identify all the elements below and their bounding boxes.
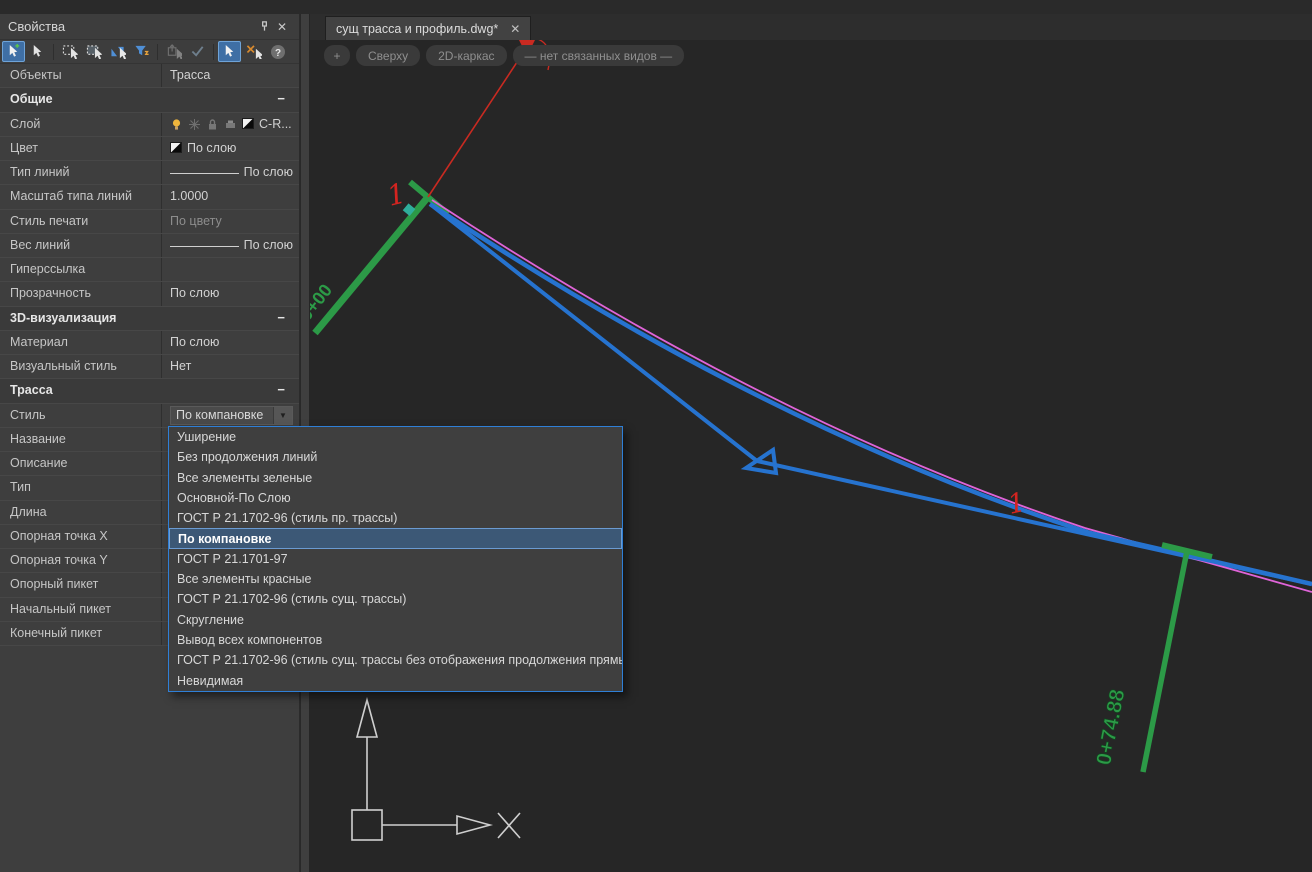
dropdown-item-selected[interactable]: По компановке xyxy=(169,528,622,548)
toolbar-separator xyxy=(213,44,214,60)
station-leader-line[interactable] xyxy=(1143,551,1187,772)
section-alignment[interactable]: Трасса − xyxy=(0,379,299,403)
invert-selection-button[interactable] xyxy=(106,41,129,62)
viewport-view-button[interactable]: Сверху xyxy=(356,45,420,66)
dropdown-item[interactable]: Невидимая xyxy=(169,671,622,691)
dropdown-item[interactable]: Все элементы красные xyxy=(169,569,622,589)
property-row-hyperlink[interactable]: Гиперссылка xyxy=(0,258,299,282)
property-row-ltscale[interactable]: Масштаб типа линий 1.0000 xyxy=(0,185,299,209)
station-label-start: 0+00 xyxy=(310,280,336,324)
dropdown-item[interactable]: Вывод всех компонентов xyxy=(169,630,622,650)
dropdown-item[interactable]: ГОСТ Р 21.1701-97 xyxy=(169,549,622,569)
export-selection-button xyxy=(162,41,185,62)
collapse-icon[interactable]: − xyxy=(277,310,285,325)
svg-text:?: ? xyxy=(274,48,280,59)
layer-plot-icon[interactable] xyxy=(224,118,237,131)
section-3d-visualization[interactable]: 3D-визуализация − xyxy=(0,307,299,331)
property-row-visual-style[interactable]: Визуальный стиль Нет xyxy=(0,355,299,379)
dropdown-item[interactable]: Без продолжения линий xyxy=(169,447,622,467)
dropdown-item[interactable]: ГОСТ Р 21.1702-96 (стиль сущ. трассы) xyxy=(169,589,622,609)
help-button[interactable]: ? xyxy=(266,41,289,62)
layer-name[interactable]: C-R... xyxy=(259,117,292,131)
style-combobox[interactable]: По компановке ▼ xyxy=(170,406,293,425)
lineweight-sample xyxy=(170,246,239,247)
property-row-transparency[interactable]: Прозрачность По слою xyxy=(0,282,299,306)
properties-panel-titlebar: Свойства ✕ xyxy=(0,14,299,40)
property-row-lineweight[interactable]: Вес линий По слою xyxy=(0,234,299,258)
property-value: Трасса xyxy=(170,68,210,82)
property-row-objects[interactable]: Объекты Трасса xyxy=(0,64,299,88)
clear-selection-button[interactable] xyxy=(242,41,265,62)
curve-number-label-top: 1 xyxy=(384,176,409,212)
station-label-end: 0+74.88 xyxy=(1092,687,1129,767)
combobox-arrow-icon[interactable]: ▼ xyxy=(273,407,292,424)
select-add-button[interactable] xyxy=(2,41,25,62)
collapse-icon[interactable]: − xyxy=(277,382,285,397)
tangent-extension-red-line[interactable] xyxy=(428,47,527,197)
viewport-linked-views-button[interactable]: — нет связанных видов — xyxy=(513,45,685,66)
dropdown-item[interactable]: Уширение xyxy=(169,427,622,447)
pin-icon[interactable] xyxy=(255,18,273,36)
crossing-select-button[interactable] xyxy=(82,41,105,62)
window-top-strip xyxy=(0,0,1312,14)
document-tab-title: сущ трасса и профиль.dwg* xyxy=(336,22,498,36)
alignment-green-segment[interactable] xyxy=(315,197,428,333)
application-window: Свойства ✕ xyxy=(0,0,1312,872)
properties-panel-title: Свойства xyxy=(8,19,65,34)
dropdown-item[interactable]: Основной-По Слою xyxy=(169,488,622,508)
tab-close-icon[interactable]: ✕ xyxy=(510,22,520,36)
pointer-button[interactable] xyxy=(218,41,241,62)
toolbar-separator xyxy=(157,44,158,60)
property-row-material[interactable]: Материал По слою xyxy=(0,331,299,355)
select-button[interactable] xyxy=(26,41,49,62)
property-row-style[interactable]: Стиль По компановке ▼ xyxy=(0,404,299,428)
selection-toolbar: ? xyxy=(0,40,299,64)
style-dropdown-list: Уширение Без продолжения линий Все элеме… xyxy=(168,426,623,692)
dropdown-item[interactable]: ГОСТ Р 21.1702-96 (стиль пр. трассы) xyxy=(169,508,622,528)
color-swatch[interactable] xyxy=(170,142,182,153)
layer-color-swatch[interactable] xyxy=(242,118,254,129)
ucs-icon xyxy=(352,700,520,840)
property-row-layer[interactable]: Слой C-R... xyxy=(0,113,299,137)
dropdown-item[interactable]: Скругление xyxy=(169,610,622,630)
layer-on-bulb-icon[interactable] xyxy=(170,118,183,131)
viewport-visual-style-button[interactable]: 2D-каркас xyxy=(426,45,506,66)
close-panel-icon[interactable]: ✕ xyxy=(273,18,291,36)
window-select-button[interactable] xyxy=(58,41,81,62)
property-row-color[interactable]: Цвет По слою xyxy=(0,137,299,161)
property-row-plotstyle[interactable]: Стиль печати По цвету xyxy=(0,210,299,234)
selection-filter-button[interactable] xyxy=(130,41,153,62)
viewport-controls: + Сверху 2D-каркас — нет связанных видов… xyxy=(324,45,684,66)
dropdown-item[interactable]: Все элементы зеленые xyxy=(169,468,622,488)
property-row-linetype[interactable]: Тип линий По слою xyxy=(0,161,299,185)
viewport-add-button[interactable]: + xyxy=(324,45,350,66)
layer-lock-icon[interactable] xyxy=(206,118,219,131)
section-general[interactable]: Общие − xyxy=(0,88,299,112)
toolbar-separator xyxy=(53,44,54,60)
layer-freeze-icon[interactable] xyxy=(188,118,201,131)
apply-selection-button xyxy=(186,41,209,62)
collapse-icon[interactable]: − xyxy=(277,91,285,106)
document-tabbar: сущ трасса и профиль.dwg* ✕ xyxy=(310,14,1312,40)
dropdown-item[interactable]: ГОСТ Р 21.1702-96 (стиль сущ. трассы без… xyxy=(169,650,622,670)
document-tab[interactable]: сущ трасса и профиль.dwg* ✕ xyxy=(325,16,531,40)
linetype-sample xyxy=(170,173,239,174)
